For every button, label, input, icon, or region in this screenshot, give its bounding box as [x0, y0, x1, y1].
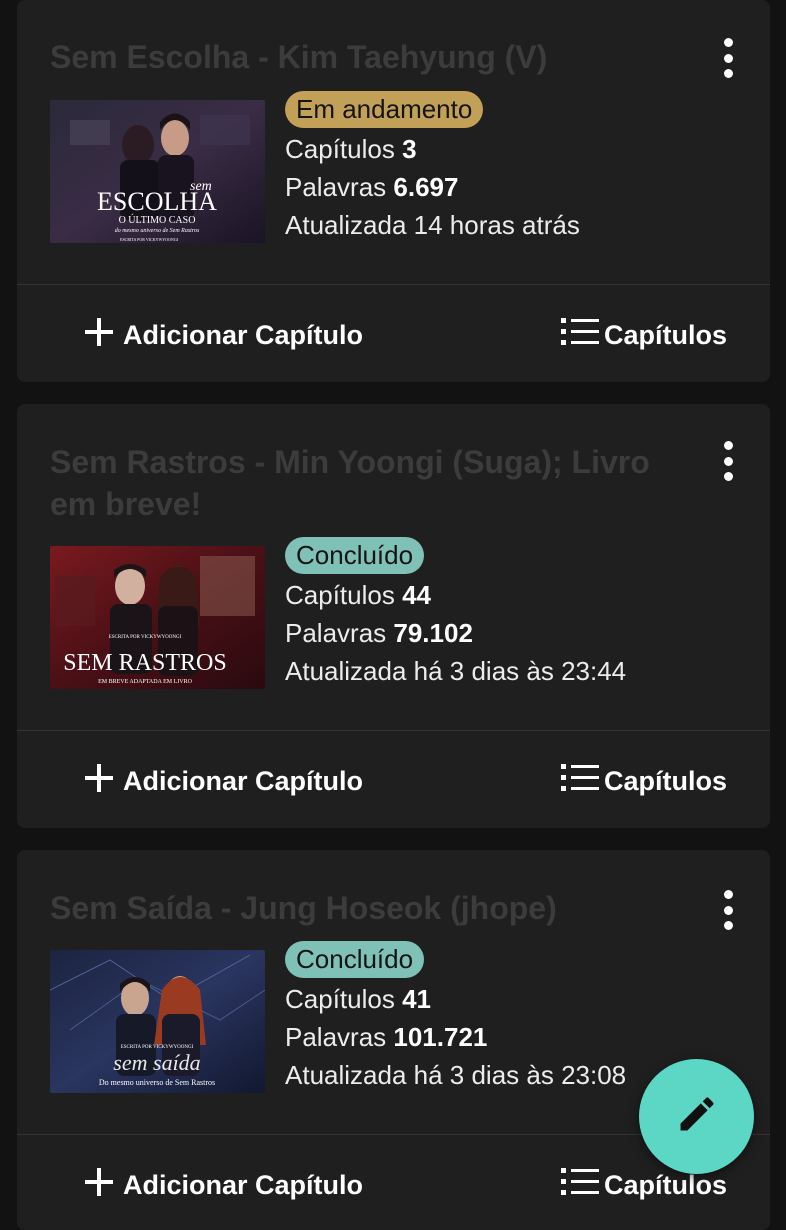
- words-count: Palavras 79.102: [285, 614, 626, 652]
- more-vert-icon[interactable]: [716, 38, 740, 78]
- add-chapter-label: Adicionar Capítulo: [123, 765, 364, 796]
- chapters-count: Capítulos 44: [285, 576, 626, 614]
- write-fab-button[interactable]: [639, 1059, 754, 1174]
- chapters-button[interactable]: Capítulos: [560, 761, 727, 801]
- story-card: Sem Escolha - Kim Taehyung (V) sem ESCOL…: [17, 0, 770, 382]
- cover-text: SEM RASTROS: [63, 650, 226, 676]
- list-icon: [560, 1166, 600, 1205]
- story-title[interactable]: Sem Saída - Jung Hoseok (jhope): [50, 887, 670, 929]
- story-cover[interactable]: ESCRITA POR VICKYWYOONGI SEM RASTROS EM …: [50, 546, 265, 689]
- words-value: 79.102: [393, 618, 473, 648]
- add-chapter-button[interactable]: Adicionar Capítulo: [83, 315, 363, 355]
- words-label: Palavras: [285, 1022, 387, 1052]
- story-info: Concluído Capítulos 41 Palavras 101.721 …: [285, 941, 626, 1094]
- story-title[interactable]: Sem Escolha - Kim Taehyung (V): [50, 36, 670, 78]
- more-vert-icon[interactable]: [716, 890, 740, 930]
- add-chapter-button[interactable]: Adicionar Capítulo: [83, 761, 363, 801]
- chapters-label: Capítulos: [285, 134, 395, 164]
- words-label: Palavras: [285, 172, 387, 202]
- divider: [17, 730, 770, 731]
- chapters-label: Capítulos: [285, 580, 395, 610]
- cover-text: ESCRITA POR VICKYWYOONGI: [109, 635, 182, 640]
- cover-text: O ÚLTIMO CASO: [119, 214, 196, 226]
- cover-text: EM BREVE ADAPTADA EM LIVRO: [98, 679, 193, 685]
- story-card: Sem Saída - Jung Hoseok (jhope) ESCRITA …: [17, 850, 770, 1230]
- chapters-value: 3: [402, 134, 417, 164]
- add-chapter-label: Adicionar Capítulo: [123, 319, 364, 350]
- status-badge: Em andamento: [285, 91, 484, 128]
- story-card: Sem Rastros - Min Yoongi (Suga); Livro e…: [17, 404, 770, 828]
- chapters-button-label: Capítulos: [604, 319, 728, 350]
- story-list: Sem Escolha - Kim Taehyung (V) sem ESCOL…: [0, 0, 786, 1230]
- list-icon: [560, 762, 600, 801]
- cover-text: ESCRITA POR VICKYWYOONGI: [120, 237, 179, 242]
- words-label: Palavras: [285, 618, 387, 648]
- words-count: Palavras 6.697: [285, 168, 580, 206]
- chapters-count: Capítulos 3: [285, 130, 580, 168]
- story-title[interactable]: Sem Rastros - Min Yoongi (Suga); Livro e…: [50, 441, 670, 525]
- cover-text: sem saída: [113, 1050, 200, 1075]
- updated-text: Atualizada há 3 dias às 23:44: [285, 656, 627, 686]
- updated-text: Atualizada há 3 dias às 23:08: [285, 1060, 627, 1090]
- story-info: Em andamento Capítulos 3 Palavras 6.697 …: [285, 91, 580, 244]
- plus-icon: [83, 1166, 115, 1205]
- chapters-count: Capítulos 41: [285, 980, 626, 1018]
- more-vert-icon[interactable]: [716, 441, 740, 481]
- add-chapter-button[interactable]: Adicionar Capítulo: [83, 1165, 363, 1205]
- story-cover[interactable]: ESCRITA POR VICKYWYOONGI sem saída Do me…: [50, 950, 265, 1093]
- pencil-icon: [675, 1092, 719, 1141]
- chapters-button-label: Capítulos: [604, 1169, 728, 1200]
- cover-text: Do mesmo universo de Sem Rastros: [99, 1078, 215, 1087]
- list-icon: [560, 316, 600, 355]
- story-info: Concluído Capítulos 44 Palavras 79.102 A…: [285, 537, 626, 690]
- updated-text: Atualizada 14 horas atrás: [285, 210, 580, 240]
- chapters-value: 44: [402, 580, 431, 610]
- story-cover[interactable]: sem ESCOLHA O ÚLTIMO CASO do mesmo unive…: [50, 100, 265, 243]
- chapters-button-label: Capítulos: [604, 765, 728, 796]
- plus-icon: [83, 316, 115, 355]
- status-badge: Concluído: [285, 941, 425, 978]
- add-chapter-label: Adicionar Capítulo: [123, 1169, 364, 1200]
- chapters-value: 41: [402, 984, 431, 1014]
- words-count: Palavras 101.721: [285, 1018, 626, 1056]
- status-badge: Concluído: [285, 537, 425, 574]
- cover-text: do mesmo universo de Sem Rastros: [115, 228, 200, 234]
- divider: [17, 284, 770, 285]
- words-value: 6.697: [393, 172, 459, 202]
- cover-text: ESCOLHA: [97, 187, 217, 216]
- plus-icon: [83, 762, 115, 801]
- words-value: 101.721: [393, 1022, 488, 1052]
- chapters-label: Capítulos: [285, 984, 395, 1014]
- chapters-button[interactable]: Capítulos: [560, 315, 727, 355]
